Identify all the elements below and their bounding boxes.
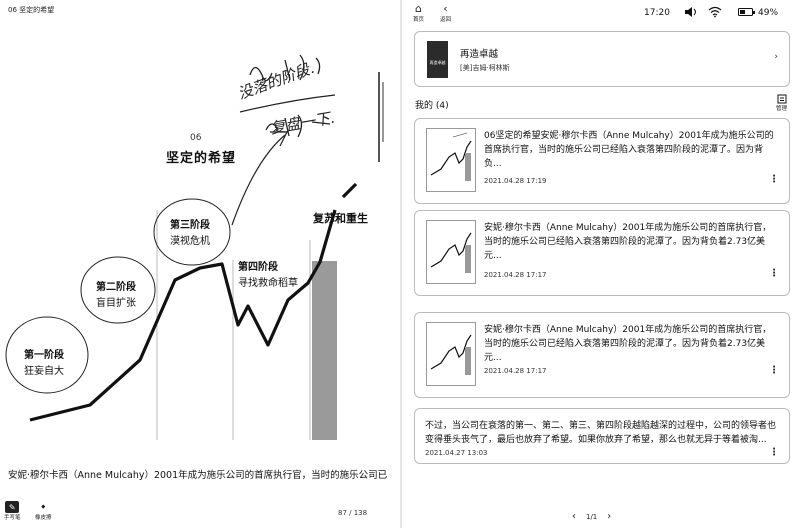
note-card[interactable]: 06坚定的希望安妮·穆尔卡西（Anne Mulcahy）2001年成为施乐公司的… xyxy=(414,118,790,204)
note-text: 不过，当公司在衰落的第一、第二、第三、第四阶段越陷越深的过程中，公司的领导者也变… xyxy=(425,421,777,445)
chevron-right-icon: › xyxy=(774,52,778,62)
stage-subtitle: 漠视危机 xyxy=(170,236,210,247)
status-bar: ⌂ 首页 ‹ 返回 17:20 49% xyxy=(402,0,800,26)
stage-title: 第三阶段 xyxy=(170,220,210,231)
stage-3-label: 第三阶段 漠视危机 xyxy=(170,218,210,250)
stage-title: 第一阶段 xyxy=(24,350,64,361)
note-date: 2021.04.28 17:17 xyxy=(484,367,547,375)
chapter-title: 坚定的希望 xyxy=(166,151,237,166)
back-icon: ‹ xyxy=(443,2,448,15)
note-text: 安妮·穆尔卡西（Anne Mulcahy）2001年成为施乐公司的首席执行官，当… xyxy=(484,325,772,363)
stage-title: 第四阶段 xyxy=(238,262,278,273)
stage-revival-label: 复苏和重生 xyxy=(313,212,368,225)
note-text: 安妮·穆尔卡西（Anne Mulcahy）2001年成为施乐公司的首席执行官，当… xyxy=(484,223,772,261)
book-card[interactable]: 再造卓越 再造卓越 [美]吉姆·柯林斯 › xyxy=(414,31,790,87)
stage-subtitle: 寻找救命稻草 xyxy=(238,278,298,289)
section-title: 我的 (4) xyxy=(415,101,449,111)
book-cover: 再造卓越 xyxy=(427,41,448,78)
handwriting-arrow xyxy=(231,131,288,226)
stage-subtitle: 狂妄自大 xyxy=(24,366,64,377)
clock: 17:20 xyxy=(644,8,670,18)
home-label: 首页 xyxy=(413,17,425,23)
revival-block xyxy=(312,261,337,440)
chapter-number: 06 xyxy=(190,133,202,143)
stage-subtitle: 盲目扩张 xyxy=(96,298,136,309)
note-date: 2021.04.28 17:17 xyxy=(484,271,547,279)
pagination: ‹ 1/1 › xyxy=(572,511,611,522)
page-number: 87 / 138 xyxy=(338,509,368,517)
back-label: 返回 xyxy=(440,17,452,23)
chevron-left-icon[interactable]: ‹ xyxy=(572,511,576,522)
notes-panel: ⌂ 首页 ‹ 返回 17:20 49% 再造卓越 再造卓越 [美]吉姆·柯林斯 … xyxy=(402,0,800,528)
manage-button[interactable]: 管理 xyxy=(776,94,787,112)
note-card[interactable]: 安妮·穆尔卡西（Anne Mulcahy）2001年成为施乐公司的首席执行官，当… xyxy=(414,312,790,398)
battery-percent: 49% xyxy=(758,8,779,18)
curve-extension xyxy=(341,182,358,199)
stage-title: 第二阶段 xyxy=(96,282,136,293)
vertical-side-text xyxy=(376,72,386,162)
pen-tool-button[interactable]: ✎ 手写笔 xyxy=(4,501,21,521)
more-vertical-icon[interactable]: ⋮ xyxy=(769,268,779,279)
more-vertical-icon[interactable]: ⋮ xyxy=(769,174,779,185)
manage-icon xyxy=(777,94,786,104)
reading-page[interactable]: 06 坚定的希望 没落的阶段. 复盘一下. 06 坚定的希望 第一阶段 狂妄自大… xyxy=(0,0,400,528)
stage-2-label: 第二阶段 盲目扩张 xyxy=(96,280,136,312)
more-vertical-icon[interactable]: ⋮ xyxy=(769,365,779,376)
decline-stages-diagram xyxy=(5,54,358,440)
pen-icon: ✎ xyxy=(5,501,20,513)
book-title: 再造卓越 xyxy=(460,49,499,60)
chevron-right-icon[interactable]: › xyxy=(607,511,611,522)
home-icon: ⌂ xyxy=(415,2,422,15)
stage-4-label: 第四阶段 寻找救命稻草 xyxy=(238,260,298,292)
note-card[interactable]: 不过，当公司在衰落的第一、第二、第三、第四阶段越陷越深的过程中，公司的领导者也变… xyxy=(414,408,790,464)
note-card[interactable]: 安妮·穆尔卡西（Anne Mulcahy）2001年成为施乐公司的首席执行官，当… xyxy=(414,210,790,296)
home-button[interactable]: ⌂ 首页 xyxy=(413,2,425,24)
eraser-icon: ◆ xyxy=(41,504,46,510)
book-author: [美]吉姆·柯林斯 xyxy=(460,64,510,72)
more-vertical-icon[interactable]: ⋮ xyxy=(769,447,779,458)
eraser-tool-button[interactable]: ◆ 橡皮擦 xyxy=(35,501,52,521)
back-button[interactable]: ‹ 返回 xyxy=(440,2,452,24)
note-thumbnail xyxy=(426,128,476,192)
wifi-icon[interactable] xyxy=(708,6,722,18)
note-thumbnail xyxy=(426,220,476,284)
tool-label: 手写笔 xyxy=(4,515,21,521)
stage-1-label: 第一阶段 狂妄自大 xyxy=(24,348,64,380)
page-indicator: 1/1 xyxy=(586,512,598,521)
tool-label: 橡皮擦 xyxy=(35,515,52,521)
note-text: 06坚定的希望安妮·穆尔卡西（Anne Mulcahy）2001年成为施乐公司的… xyxy=(484,131,774,169)
body-paragraph[interactable]: 安妮·穆尔卡西（Anne Mulcahy）2001年成为施乐公司的首席执行官，当… xyxy=(8,467,398,481)
note-thumbnail xyxy=(426,322,476,386)
note-date: 2021.04.28 17:19 xyxy=(484,177,547,185)
volume-icon[interactable] xyxy=(684,6,698,18)
manage-label: 管理 xyxy=(776,106,788,112)
note-date: 2021.04.27 13:03 xyxy=(425,449,488,457)
battery-icon xyxy=(738,8,755,16)
